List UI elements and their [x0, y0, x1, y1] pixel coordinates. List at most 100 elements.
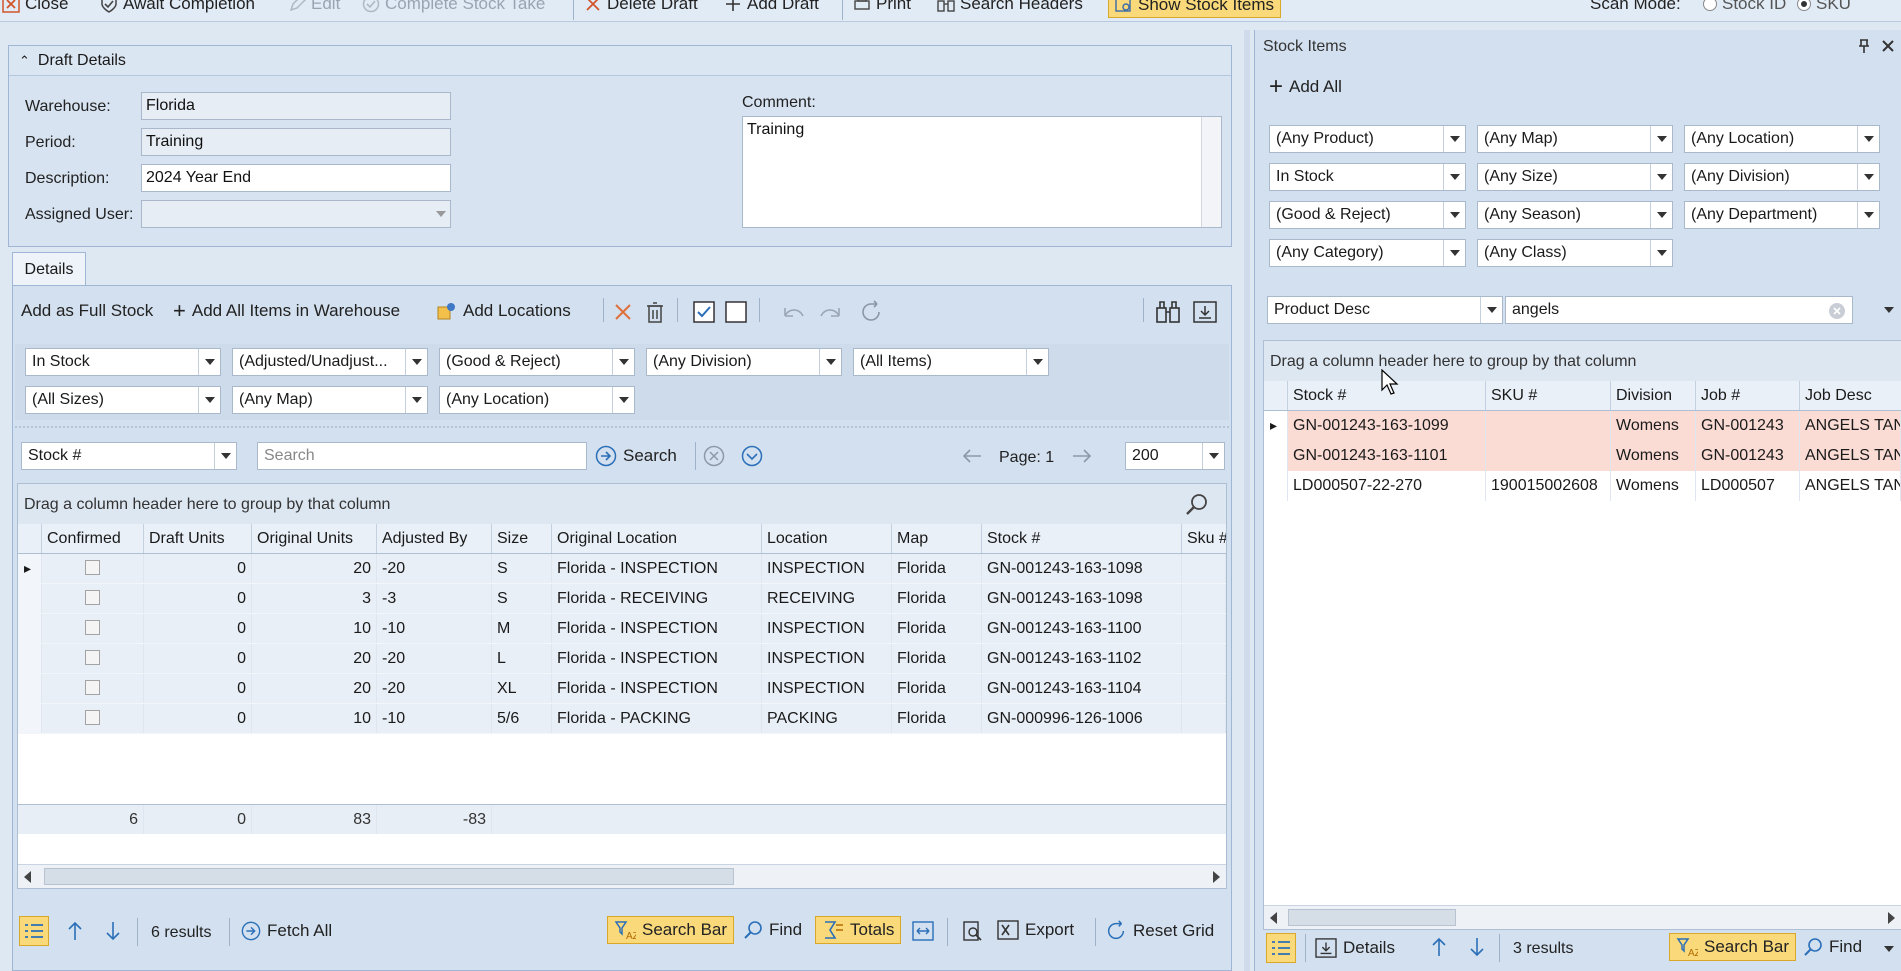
filter-department[interactable]: (Any Department): [1684, 201, 1880, 229]
confirmed-checkbox[interactable]: [42, 584, 144, 613]
close-button[interactable]: Close: [2, 0, 68, 14]
uncheck-all-icon[interactable]: [725, 301, 747, 323]
clear-search-icon[interactable]: [703, 445, 725, 467]
table-row[interactable]: 0 20 -20 L Florida - INSPECTION INSPECTION Flo…: [18, 644, 1226, 674]
scroll-thumb[interactable]: [44, 868, 734, 885]
column-header[interactable]: Location: [762, 524, 892, 553]
add-locations-button[interactable]: Add Locations: [437, 301, 571, 321]
move-up-icon[interactable]: [1429, 936, 1449, 958]
download-icon[interactable]: [1193, 301, 1217, 323]
column-header[interactable]: Size: [492, 524, 552, 553]
clear-icon[interactable]: [1828, 302, 1846, 320]
search-input[interactable]: angels: [1505, 296, 1853, 324]
scroll-left-icon[interactable]: [24, 871, 31, 883]
await-completion-button[interactable]: Await Completion: [100, 0, 255, 14]
find-button[interactable]: Find: [1803, 937, 1862, 957]
warehouse-field[interactable]: Florida: [141, 92, 451, 120]
scroll-left-icon[interactable]: [1270, 912, 1277, 924]
search-input[interactable]: Search: [257, 442, 587, 470]
description-field[interactable]: 2024 Year End: [141, 164, 451, 192]
pin-icon[interactable]: [1857, 38, 1871, 54]
comment-field[interactable]: Training: [742, 116, 1222, 228]
export-button[interactable]: Export: [997, 920, 1074, 940]
add-draft-button[interactable]: Add Draft: [724, 0, 819, 14]
table-row[interactable]: 0 10 -10 M Florida - INSPECTION INSPECTION Flo…: [18, 614, 1226, 644]
tab-details[interactable]: Details: [12, 252, 86, 286]
column-header[interactable]: Stock #: [982, 524, 1182, 553]
search-field-select[interactable]: Stock #: [21, 442, 237, 470]
scroll-right-icon[interactable]: [1888, 912, 1895, 924]
close-icon[interactable]: [1881, 39, 1895, 53]
table-row[interactable]: 0 20 -20 XL Florida - INSPECTION INSPECTION Fl…: [18, 674, 1226, 704]
fetch-all-button[interactable]: Fetch All: [241, 921, 332, 941]
filter-sizes[interactable]: (All Sizes): [25, 386, 221, 414]
column-header[interactable]: Original Location: [552, 524, 762, 553]
checkbox-icon[interactable]: [85, 560, 100, 575]
column-header[interactable]: Map: [892, 524, 982, 553]
trash-icon[interactable]: [645, 301, 665, 323]
column-header[interactable]: Job #: [1696, 381, 1800, 410]
delete-draft-button[interactable]: Delete Draft: [584, 0, 698, 14]
group-panel[interactable]: Drag a column header here to group by th…: [1264, 341, 1901, 381]
expand-circle-icon[interactable]: [741, 445, 763, 467]
filter-map[interactable]: (Any Map): [1477, 125, 1673, 153]
filter-stock-status[interactable]: In Stock: [25, 348, 221, 376]
binoculars-icon[interactable]: [1155, 300, 1181, 324]
filter-class[interactable]: (Any Class): [1477, 239, 1673, 267]
column-header[interactable]: Draft Units: [144, 524, 252, 553]
list-view-button[interactable]: [19, 916, 49, 946]
details-button[interactable]: Details: [1315, 938, 1395, 958]
checkbox-icon[interactable]: [85, 620, 100, 635]
list-view-button[interactable]: [1266, 933, 1296, 963]
filter-product[interactable]: (Any Product): [1269, 125, 1466, 153]
edit-button[interactable]: Edit: [288, 0, 340, 14]
table-row[interactable]: LD000507-22-270 190015002608 Womens LD00050…: [1264, 471, 1901, 501]
checkbox-icon[interactable]: [85, 650, 100, 665]
redo-icon[interactable]: [819, 302, 843, 322]
confirmed-checkbox[interactable]: [42, 704, 144, 733]
filter-location[interactable]: (Any Location): [1684, 125, 1880, 153]
column-header[interactable]: Job Desc: [1800, 381, 1901, 410]
filter-items[interactable]: (All Items): [853, 348, 1049, 376]
next-page-icon[interactable]: [1071, 447, 1093, 465]
scroll-thumb[interactable]: [1288, 909, 1456, 926]
find-button[interactable]: Find: [743, 920, 802, 940]
table-row[interactable]: 0 3 -3 S Florida - RECEIVING RECEIVING Florida…: [18, 584, 1226, 614]
totals-toggle[interactable]: Totals: [815, 916, 902, 944]
remove-icon[interactable]: [613, 302, 633, 322]
table-row[interactable]: ▸ GN-001243-163-1099 Womens GN-001243 ANGELS…: [1264, 411, 1901, 441]
page-size-select[interactable]: 200: [1125, 442, 1225, 470]
search-button[interactable]: Search: [595, 445, 677, 467]
confirmed-checkbox[interactable]: [42, 674, 144, 703]
filter-map[interactable]: (Any Map): [232, 386, 428, 414]
check-all-icon[interactable]: [693, 301, 715, 323]
more-options-dropdown[interactable]: [1875, 934, 1901, 964]
reset-grid-button[interactable]: Reset Grid: [1105, 920, 1214, 942]
filter-stock-status[interactable]: In Stock: [1269, 163, 1466, 191]
column-header[interactable]: Division: [1611, 381, 1696, 410]
period-field[interactable]: Training: [141, 128, 451, 156]
assigned-user-select[interactable]: [141, 200, 451, 228]
search-headers-button[interactable]: Search Headers: [937, 0, 1083, 14]
column-header[interactable]: Confirmed: [42, 524, 144, 553]
prev-page-icon[interactable]: [961, 447, 983, 465]
confirmed-checkbox[interactable]: [42, 614, 144, 643]
horizontal-scrollbar[interactable]: [1264, 905, 1901, 929]
table-row[interactable]: GN-001243-163-1101 Womens GN-001243 ANGELS …: [1264, 441, 1901, 471]
filter-adjusted[interactable]: (Adjusted/Unadjust...: [232, 348, 428, 376]
filter-category[interactable]: (Any Category): [1269, 239, 1466, 267]
filter-division[interactable]: (Any Division): [646, 348, 842, 376]
column-header[interactable]: SKU #: [1486, 381, 1611, 410]
draft-details-header[interactable]: ⌃ Draft Details: [9, 46, 1231, 76]
filter-location[interactable]: (Any Location): [439, 386, 635, 414]
checkbox-icon[interactable]: [85, 590, 100, 605]
group-panel[interactable]: Drag a column header here to group by th…: [18, 484, 1226, 524]
filter-size[interactable]: (Any Size): [1477, 163, 1673, 191]
search-field-select[interactable]: Product Desc: [1267, 296, 1503, 324]
move-down-icon[interactable]: [103, 920, 123, 942]
column-header[interactable]: Adjusted By: [377, 524, 492, 553]
move-down-icon[interactable]: [1467, 936, 1487, 958]
print-button[interactable]: Print: [853, 0, 911, 14]
scan-mode-sku[interactable]: SKU: [1797, 0, 1851, 14]
add-all-button[interactable]: + Add All: [1269, 75, 1342, 99]
